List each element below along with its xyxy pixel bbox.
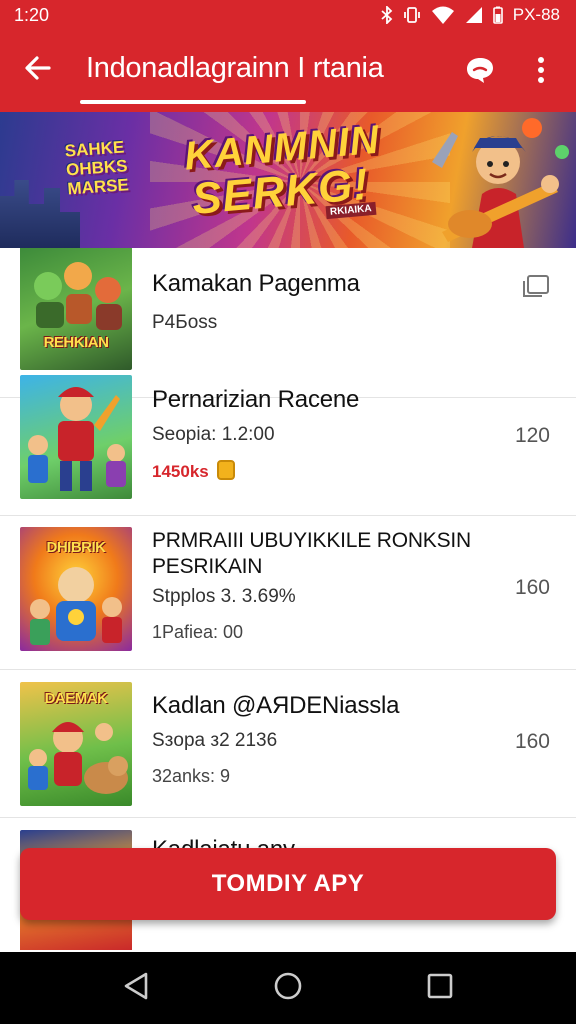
status-bar: 1:20 PX-88 — [0, 0, 576, 30]
primary-action-button[interactable]: TOMDIY APY — [20, 848, 556, 920]
item-title: Kadlan @AЯDENiassla — [152, 692, 400, 719]
battery-icon — [492, 6, 503, 24]
page-title: Indonadlagrainn I rtania — [86, 52, 384, 84]
item-value: 120 — [514, 424, 550, 447]
promo-banner[interactable]: SAHKE OHBKS MARSE KANMNIN SERKG! RKIAIKA — [0, 112, 576, 248]
vibrate-icon — [403, 6, 421, 24]
item-meta: 1Pafiea: 00 — [152, 622, 244, 642]
status-icons: PX-88 — [381, 5, 560, 25]
item-meta: 1450ks — [152, 460, 235, 482]
wifi-icon — [431, 6, 455, 24]
coin-icon — [216, 460, 235, 480]
system-nav-bar — [0, 952, 576, 1024]
banner-hero-illustration — [432, 118, 569, 248]
back-triangle-icon — [123, 972, 149, 1005]
title-underline — [80, 100, 306, 104]
nav-home-button[interactable] — [266, 966, 310, 1010]
banner-small-logo: SAHKE OHBKS MARSE — [64, 137, 130, 199]
item-title: Kamakan Pagenma — [152, 270, 360, 297]
item-meta-text: 1450ks — [152, 462, 209, 481]
home-circle-icon — [273, 971, 303, 1006]
item-value: 160 — [514, 730, 550, 753]
item-subtitle: P4Боss — [152, 312, 218, 333]
thumbnail-title: DAEMAK — [44, 690, 108, 707]
signal-icon — [465, 6, 483, 24]
status-right-text: PX-88 — [512, 5, 560, 24]
more-options-button[interactable] — [524, 52, 558, 92]
thumbnail-title: REHKIAN — [43, 334, 109, 351]
item-subtitle: Sзopa з2 2136 — [152, 730, 278, 751]
item-title: Pernarizian Racene — [152, 386, 360, 413]
more-vert-icon — [537, 56, 545, 89]
item-subtitle: Seopia: 1.2:00 — [152, 424, 275, 445]
item-title: PRMRAIII UBUYIKKILE RONKSIN PESRIKAIN — [152, 529, 472, 578]
game-thumbnail: DHIBRIK — [20, 527, 132, 651]
recents-square-icon — [427, 973, 453, 1004]
chat-icon — [464, 55, 496, 90]
bluetooth-icon — [381, 6, 393, 24]
chat-button[interactable] — [460, 52, 500, 92]
status-time: 1:20 — [14, 4, 50, 25]
back-button[interactable] — [18, 50, 58, 90]
item-subtitle: Stpplos 3. 3.69% — [152, 586, 296, 607]
item-value: 160 — [514, 576, 550, 599]
thumbnail-art — [34, 262, 122, 330]
nav-recents-button[interactable] — [418, 966, 462, 1010]
game-thumbnail: DAEMAK — [20, 682, 132, 806]
back-arrow-icon — [23, 53, 53, 88]
copy-icon[interactable] — [520, 274, 550, 305]
game-thumbnail: REHKIAN — [20, 248, 132, 370]
list-item[interactable]: DHIBRIK PRMRAIII UBUYIKKILE RONKSIN PESR… — [0, 516, 576, 670]
game-thumbnail — [20, 375, 132, 499]
app-bar: Indonadlagrainn I rtania — [0, 30, 576, 112]
game-list: REHKIAN Kamakan Pagenma P4Боss Pernarizi… — [0, 248, 576, 950]
thumbnail-title: DHIBRIK — [46, 539, 107, 556]
list-item[interactable]: Pernarizian Racene Seopia: 1.2:00 1450ks… — [0, 362, 576, 516]
nav-back-button[interactable] — [114, 966, 158, 1010]
thumbnail-art — [28, 387, 126, 491]
list-item[interactable]: DAEMAK Kadlan @AЯDENiassla Sзopa з2 2136… — [0, 670, 576, 818]
item-meta: 32anks: 9 — [152, 766, 231, 786]
